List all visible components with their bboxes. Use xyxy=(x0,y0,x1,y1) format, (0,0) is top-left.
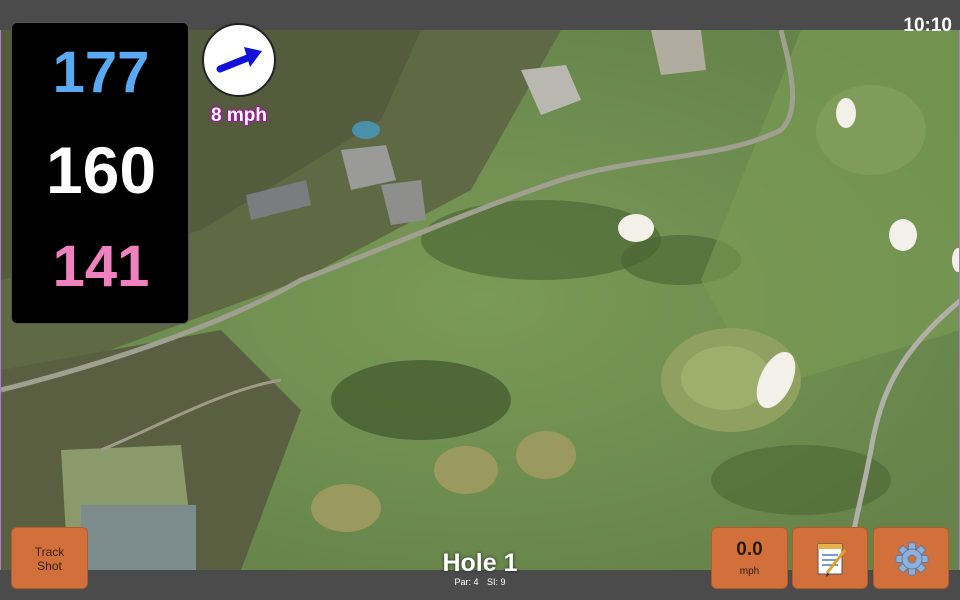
distance-to-front: 141 xyxy=(52,234,150,299)
track-shot-label-line2: Shot xyxy=(37,559,62,573)
speed-button[interactable]: 0.0 mph xyxy=(711,527,788,589)
hole-title: Hole 1 xyxy=(442,549,518,577)
gear-icon xyxy=(895,542,929,576)
settings-button[interactable] xyxy=(873,527,949,589)
distance-to-middle: 160 xyxy=(45,133,157,207)
wind-arrow-icon xyxy=(216,47,262,73)
wind-direction-indicator xyxy=(202,23,276,97)
hole-stroke-index: SI: 9 xyxy=(487,577,506,587)
hole-meta: Par: 4 SI: 9 xyxy=(400,577,560,587)
wind-speed-label: 8 mph xyxy=(211,105,267,126)
hole-par: Par: 4 xyxy=(454,577,479,587)
speed-unit: mph xyxy=(739,566,760,577)
clock-time: 10:10 xyxy=(903,15,952,36)
distance-to-back: 177 xyxy=(52,40,150,105)
notepad-icon xyxy=(817,543,847,577)
track-shot-label-line1: Track xyxy=(34,545,65,559)
speed-value: 0.0 xyxy=(736,539,763,560)
track-shot-button[interactable]: Track Shot xyxy=(11,527,88,589)
distance-panel: 177 160 141 xyxy=(11,22,189,324)
notes-button[interactable] xyxy=(792,527,868,589)
